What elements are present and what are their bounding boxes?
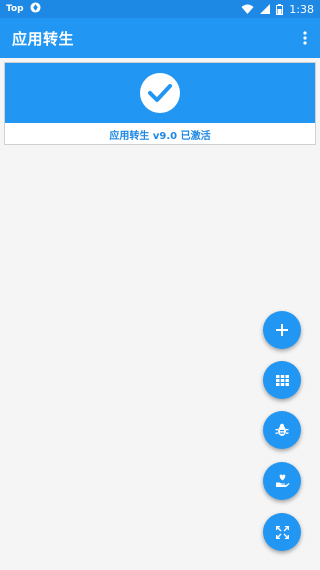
- status-left: Top: [6, 2, 41, 16]
- app-bar: 应用转生: [0, 18, 320, 58]
- activation-card: 应用转生 v9.0 已激活: [4, 62, 316, 145]
- wifi-icon: [241, 4, 254, 14]
- status-right: 1:38: [241, 3, 314, 16]
- clock: 1:38: [289, 2, 314, 16]
- expand-icon: [275, 525, 289, 539]
- status-app-label: Top: [6, 4, 24, 14]
- battery-icon: [276, 3, 284, 15]
- add-button[interactable]: [263, 311, 301, 349]
- sync-icon: [30, 2, 41, 16]
- bug-icon: [275, 423, 289, 437]
- app-title: 应用转生: [12, 29, 75, 48]
- more-vert-icon[interactable]: [298, 26, 312, 50]
- plus-icon: [276, 324, 288, 336]
- check-circle-icon: [140, 73, 180, 113]
- activation-banner: [5, 63, 315, 123]
- hand-heart-icon: [275, 474, 290, 488]
- signal-icon: [260, 4, 271, 14]
- fullscreen-button[interactable]: [263, 513, 301, 551]
- donate-button[interactable]: [263, 462, 301, 500]
- grid-icon: [275, 374, 289, 386]
- status-bar: Top 1:38: [0, 0, 320, 18]
- bug-button[interactable]: [263, 411, 301, 449]
- apps-grid-button[interactable]: [263, 361, 301, 399]
- activation-status-text: 应用转生 v9.0 已激活: [109, 130, 211, 142]
